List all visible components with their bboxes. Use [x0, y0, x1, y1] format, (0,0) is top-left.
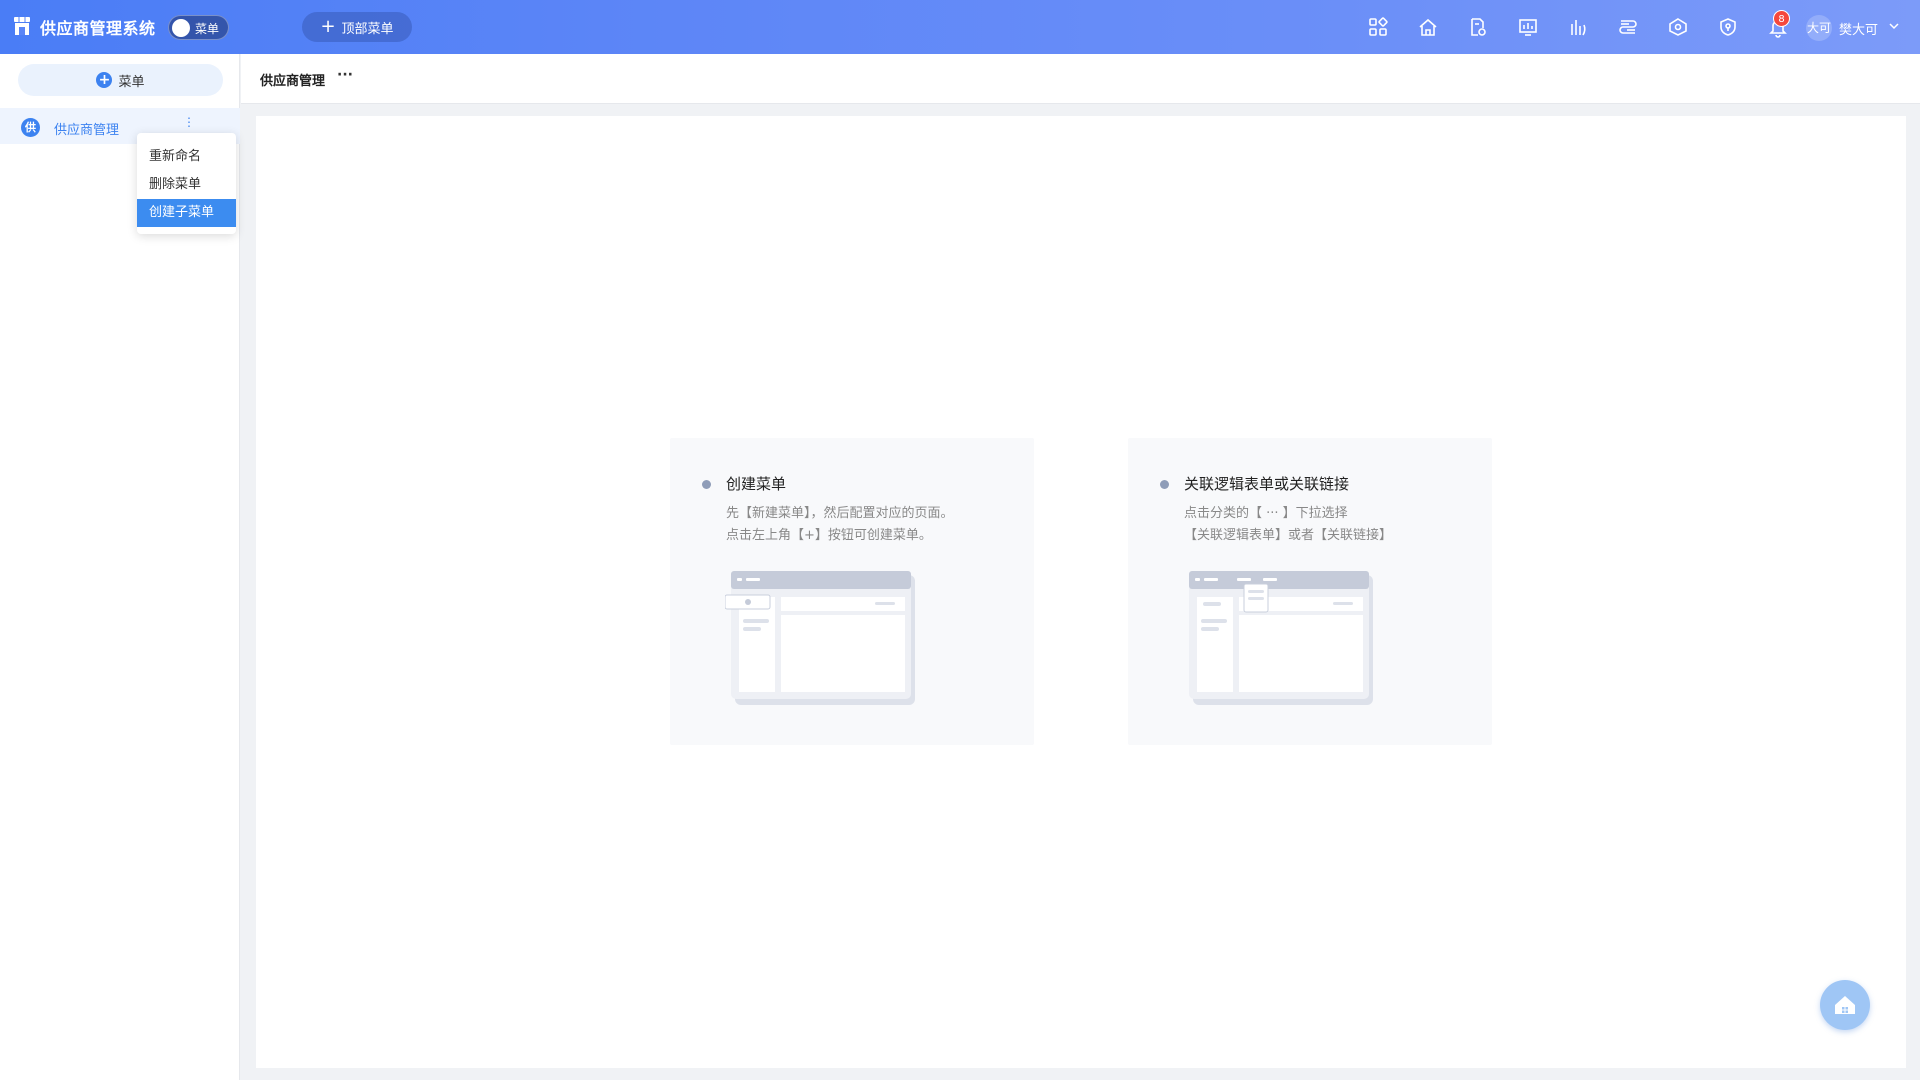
network-icon[interactable]: [1666, 15, 1690, 39]
card-title: 创建菜单: [726, 475, 787, 493]
menu-letter-icon: 供: [21, 118, 40, 137]
add-menu-label: 菜单: [118, 74, 145, 90]
bar-chart-icon[interactable]: [1566, 15, 1590, 39]
plus-circle-icon: +: [96, 72, 113, 88]
app-title: 供应商管理系统: [40, 19, 156, 38]
menu-toggle[interactable]: 菜单: [168, 15, 229, 40]
home-icon[interactable]: [1416, 15, 1440, 39]
flow-icon[interactable]: [1616, 15, 1640, 39]
add-top-menu-button[interactable]: + 顶部菜单: [302, 12, 412, 42]
document-settings-icon[interactable]: [1466, 15, 1490, 39]
card-title: 关联逻辑表单或关联链接: [1184, 475, 1350, 493]
card-desc-line: 点击左上角【+】按钮可创建菜单。: [726, 528, 932, 543]
card-desc-line: 先【新建菜单】，然后配置对应的页面。: [726, 506, 954, 521]
page-title: 供应商管理: [260, 74, 326, 89]
card-description: 点击分类的【 ··· 】下拉选择 【关联逻辑表单】或者【关联链接】: [1184, 503, 1392, 547]
top-header: 供应商管理系统 菜单 + 顶部菜单 8 大可 樊大可: [0, 0, 1920, 54]
store-logo-icon: [14, 17, 30, 35]
user-avatar[interactable]: 大可: [1806, 15, 1832, 41]
bullet-dot: [702, 480, 711, 489]
context-menu: 重新命名 删除菜单 创建子菜单: [137, 133, 236, 234]
link-form-illustration: [1189, 571, 1373, 705]
top-menu-button-label: 顶部菜单: [341, 21, 394, 37]
breadcrumb: 供应商管理 ···: [241, 54, 1920, 104]
card-description: 先【新建菜单】，然后配置对应的页面。 点击左上角【+】按钮可创建菜单。: [726, 503, 954, 547]
add-menu-button[interactable]: + 菜单: [18, 64, 223, 96]
delete-menu-item[interactable]: 删除菜单: [137, 171, 236, 199]
shield-icon[interactable]: [1716, 15, 1740, 39]
dashboard-chart-icon[interactable]: [1516, 15, 1540, 39]
more-vertical-icon[interactable]: ⋮: [183, 116, 195, 128]
floating-home-button[interactable]: [1820, 980, 1870, 1030]
apps-icon[interactable]: [1366, 15, 1390, 39]
house-icon: [1835, 996, 1855, 1014]
card-desc-line: 【关联逻辑表单】或者【关联链接】: [1184, 528, 1393, 543]
guide-card-link-form: 关联逻辑表单或关联链接 点击分类的【 ··· 】下拉选择 【关联逻辑表单】或者【…: [1128, 438, 1492, 745]
bullet-dot: [1160, 480, 1169, 489]
plus-icon: +: [320, 16, 336, 37]
create-submenu-item[interactable]: 创建子菜单: [137, 199, 236, 227]
rename-menu-item[interactable]: 重新命名: [137, 143, 236, 171]
user-name[interactable]: 樊大可: [1839, 19, 1878, 38]
guide-card-create-menu: 创建菜单 先【新建菜单】，然后配置对应的页面。 点击左上角【+】按钮可创建菜单。: [670, 438, 1034, 745]
more-horizontal-icon[interactable]: ···: [337, 67, 353, 83]
toggle-label: 菜单: [195, 22, 220, 36]
main-content: 创建菜单 先【新建菜单】，然后配置对应的页面。 点击左上角【+】按钮可创建菜单。…: [256, 116, 1906, 1068]
notification-badge: 8: [1773, 10, 1790, 27]
sidebar-item-label: 供应商管理: [54, 123, 120, 138]
create-menu-illustration: [725, 571, 915, 705]
toggle-knob: [172, 19, 190, 37]
card-desc-line: 点击分类的【 ··· 】下拉选择: [1184, 506, 1348, 521]
chevron-down-icon[interactable]: [1887, 19, 1901, 33]
